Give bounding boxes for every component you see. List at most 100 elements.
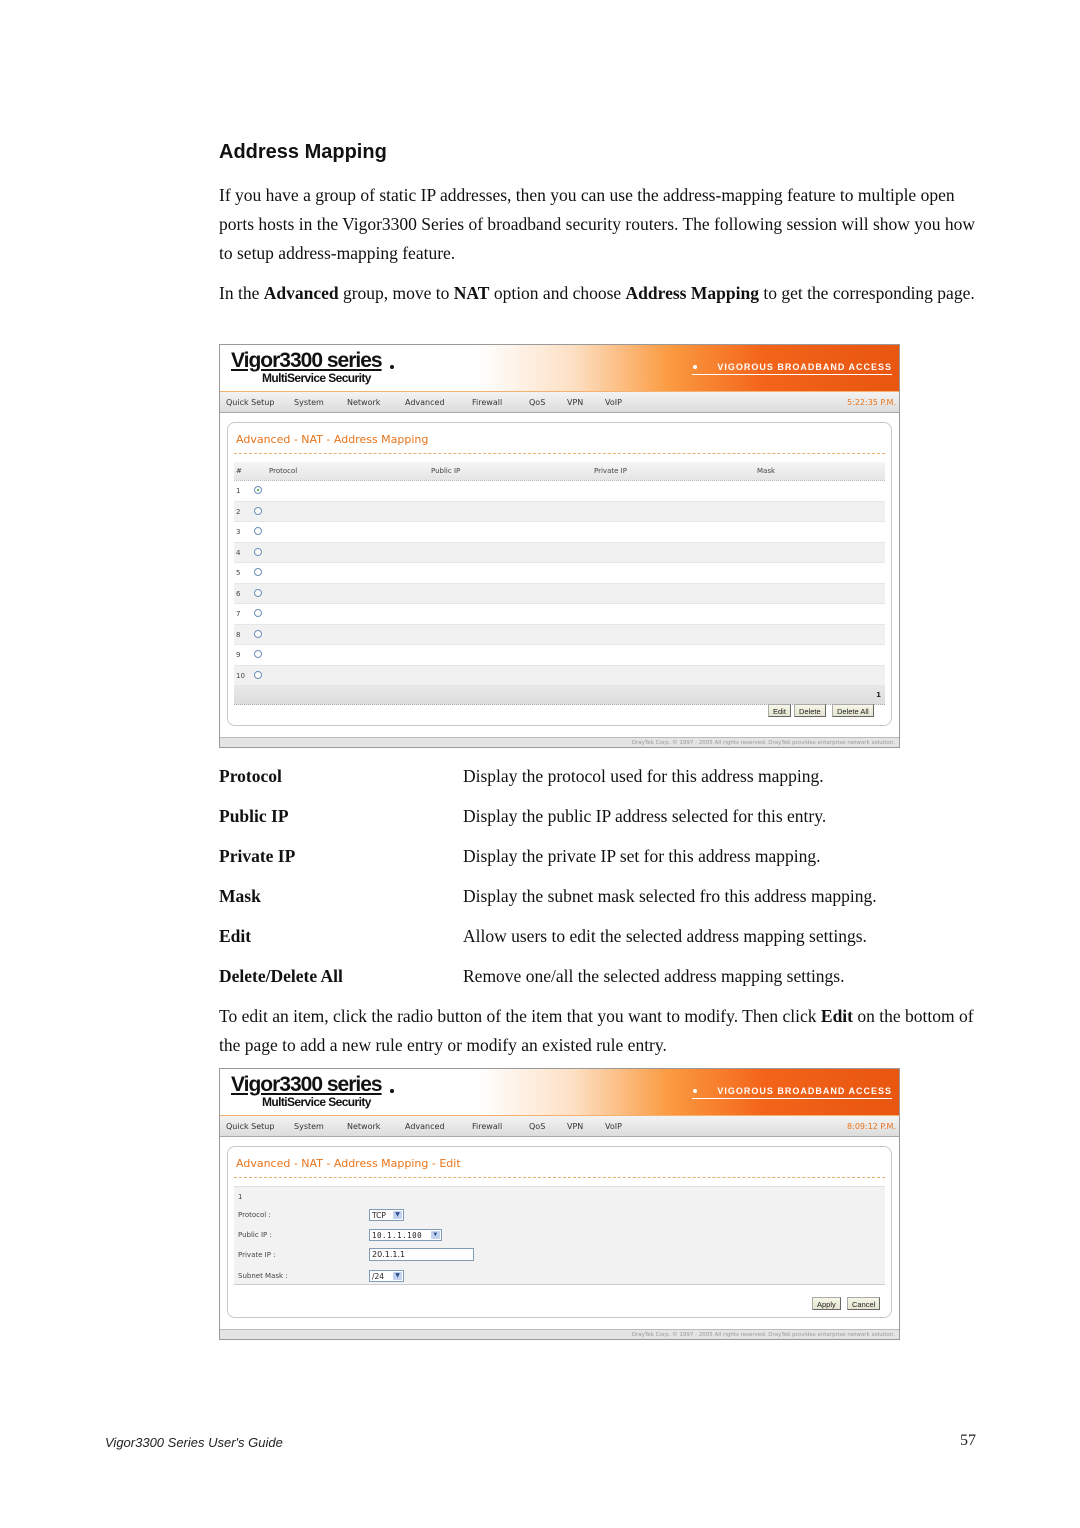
footer-page-number: 57 bbox=[960, 1432, 976, 1449]
definition-row: Edit Allow users to edit the selected ad… bbox=[219, 926, 979, 950]
public-ip-label: Public IP : bbox=[238, 1231, 272, 1239]
bold-nat: NAT bbox=[453, 283, 490, 303]
table-row: 1 bbox=[234, 481, 885, 502]
menu-system[interactable]: System bbox=[294, 1122, 324, 1131]
main-menu: Quick Setup System Network Advanced Fire… bbox=[220, 391, 899, 413]
row-radio-button[interactable] bbox=[254, 588, 262, 597]
row-radio-button[interactable] bbox=[254, 650, 262, 658]
address-mapping-edit-screenshot: Vigor3300 series MultiService Security V… bbox=[219, 1068, 900, 1340]
row-number: 5 bbox=[236, 569, 241, 577]
definition-term: Public IP bbox=[219, 806, 289, 826]
address-mapping-table: # Protocol Public IP Private IP Mask 1 2 3… bbox=[234, 462, 885, 705]
table-row: 5 bbox=[234, 563, 885, 584]
bold-address-mapping: Address Mapping bbox=[625, 283, 759, 303]
row-number: 10 bbox=[236, 671, 245, 680]
column-public-ip: Public IP bbox=[431, 467, 461, 475]
table-row: 7 bbox=[234, 604, 885, 625]
menu-voip[interactable]: VoIP bbox=[605, 398, 622, 407]
menu-quick-setup[interactable]: Quick Setup bbox=[226, 398, 274, 407]
menu-qos[interactable]: QoS bbox=[529, 1122, 545, 1131]
edit-instructions-paragraph: To edit an item, click the radio button … bbox=[219, 1002, 989, 1060]
private-ip-input[interactable]: 20.1.1.1 bbox=[369, 1248, 474, 1261]
table-row: 9 bbox=[234, 645, 885, 666]
definition-description: Display the protocol used for this addre… bbox=[463, 766, 824, 786]
menu-firewall[interactable]: Firewall bbox=[472, 398, 502, 407]
address-mapping-panel: Advanced - NAT - Address Mapping # Proto… bbox=[227, 422, 892, 726]
logo-dot-icon bbox=[390, 1089, 394, 1093]
row-radio-button[interactable] bbox=[254, 568, 262, 576]
menu-advanced[interactable]: Advanced bbox=[405, 1122, 445, 1131]
intro-paragraph: If you have a group of static IP address… bbox=[219, 185, 976, 263]
column-number: # bbox=[236, 467, 242, 475]
logo: Vigor3300 series bbox=[231, 349, 383, 373]
row-number: 6 bbox=[236, 589, 241, 598]
table-footer: 1 bbox=[234, 686, 885, 705]
menu-qos[interactable]: QoS bbox=[529, 398, 545, 407]
tagline-dot-icon bbox=[693, 1089, 697, 1093]
copyright: DrayTek Corp. © 1997 - 2005 All rights r… bbox=[220, 1329, 899, 1339]
row-number: 8 bbox=[236, 630, 241, 639]
column-protocol: Protocol bbox=[269, 467, 298, 475]
menu-firewall[interactable]: Firewall bbox=[472, 1122, 502, 1131]
logo-subtitle: MultiService Security bbox=[262, 371, 371, 385]
text: In the bbox=[219, 283, 264, 303]
cancel-button[interactable]: Cancel bbox=[847, 1297, 881, 1310]
menu-quick-setup[interactable]: Quick Setup bbox=[226, 1122, 274, 1131]
text: to get the corresponding page. bbox=[758, 283, 975, 303]
row-radio-button[interactable] bbox=[254, 670, 262, 679]
entry-index: 1 bbox=[238, 1193, 243, 1201]
logo: Vigor3300 series bbox=[231, 1073, 383, 1097]
menu-advanced[interactable]: Advanced bbox=[405, 398, 445, 407]
row-radio-button[interactable] bbox=[254, 527, 262, 535]
address-mapping-screenshot: Vigor3300 series MultiService Security V… bbox=[219, 344, 900, 748]
navigation-paragraph: In the Advanced group, move to NAT optio… bbox=[219, 279, 979, 308]
row-radio-button[interactable] bbox=[254, 629, 262, 638]
menu-voip[interactable]: VoIP bbox=[605, 1122, 622, 1131]
table-row: 6 bbox=[234, 583, 885, 604]
definition-description: Remove one/all the selected address mapp… bbox=[463, 966, 845, 986]
footer-guide-title: Vigor3300 Series User's Guide bbox=[105, 1435, 283, 1450]
text: group, move to bbox=[338, 283, 454, 303]
definition-description: Display the public IP address selected f… bbox=[463, 806, 827, 826]
definition-row: Mask Display the subnet mask selected fr… bbox=[219, 886, 979, 910]
column-private-ip: Private IP bbox=[594, 467, 627, 475]
edit-form: 1 Protocol : TCP ▼ Public IP : 10.1.1.10… bbox=[234, 1186, 885, 1285]
row-radio-button[interactable] bbox=[254, 609, 262, 617]
public-ip-select[interactable]: 10.1.1.100 ▼ bbox=[369, 1229, 442, 1241]
menu-network[interactable]: Network bbox=[347, 1122, 380, 1131]
apply-button[interactable]: Apply bbox=[812, 1297, 841, 1310]
page-number[interactable]: 1 bbox=[876, 691, 881, 699]
table-row: 8 bbox=[234, 624, 885, 645]
bold-edit: Edit bbox=[820, 1006, 854, 1026]
banner: Vigor3300 series MultiService Security V… bbox=[220, 345, 899, 391]
definition-term: Private IP bbox=[219, 846, 296, 866]
logo-text: Vigor3300 series bbox=[231, 1073, 383, 1096]
tagline: VIGOROUS BROADBAND ACCESS bbox=[717, 1086, 892, 1096]
section-title: Address Mapping bbox=[219, 141, 387, 163]
subnet-mask-select[interactable]: /24 ▼ bbox=[369, 1270, 404, 1282]
chevron-down-icon: ▼ bbox=[393, 1211, 402, 1219]
protocol-select[interactable]: TCP ▼ bbox=[369, 1209, 404, 1221]
delete-button[interactable]: Delete bbox=[794, 704, 826, 717]
row-number: 9 bbox=[236, 651, 241, 659]
row-radio-button[interactable] bbox=[254, 547, 262, 556]
definition-description: Allow users to edit the selected address… bbox=[463, 926, 867, 946]
protocol-value: TCP bbox=[372, 1211, 386, 1220]
table-header: # Protocol Public IP Private IP Mask bbox=[234, 462, 885, 481]
clock: 5:22:35 P.M. bbox=[847, 398, 896, 407]
table-row: 3 bbox=[234, 522, 885, 543]
menu-system[interactable]: System bbox=[294, 398, 324, 407]
menu-vpn[interactable]: VPN bbox=[567, 1122, 583, 1131]
row-radio-button[interactable] bbox=[254, 506, 262, 515]
definition-description: Display the subnet mask selected fro thi… bbox=[463, 886, 877, 906]
delete-all-button[interactable]: Delete All bbox=[832, 704, 874, 717]
definition-term: Mask bbox=[219, 886, 261, 906]
table-row: 10 bbox=[234, 665, 885, 686]
definition-term: Edit bbox=[219, 926, 252, 946]
menu-vpn[interactable]: VPN bbox=[567, 398, 583, 407]
menu-network[interactable]: Network bbox=[347, 398, 380, 407]
table-body: 1 2 3 4 5 6 7 8 9 10 bbox=[234, 481, 885, 686]
main-menu: Quick Setup System Network Advanced Fire… bbox=[220, 1115, 899, 1137]
row-radio-button[interactable] bbox=[254, 486, 262, 494]
edit-button[interactable]: Edit bbox=[768, 704, 791, 717]
